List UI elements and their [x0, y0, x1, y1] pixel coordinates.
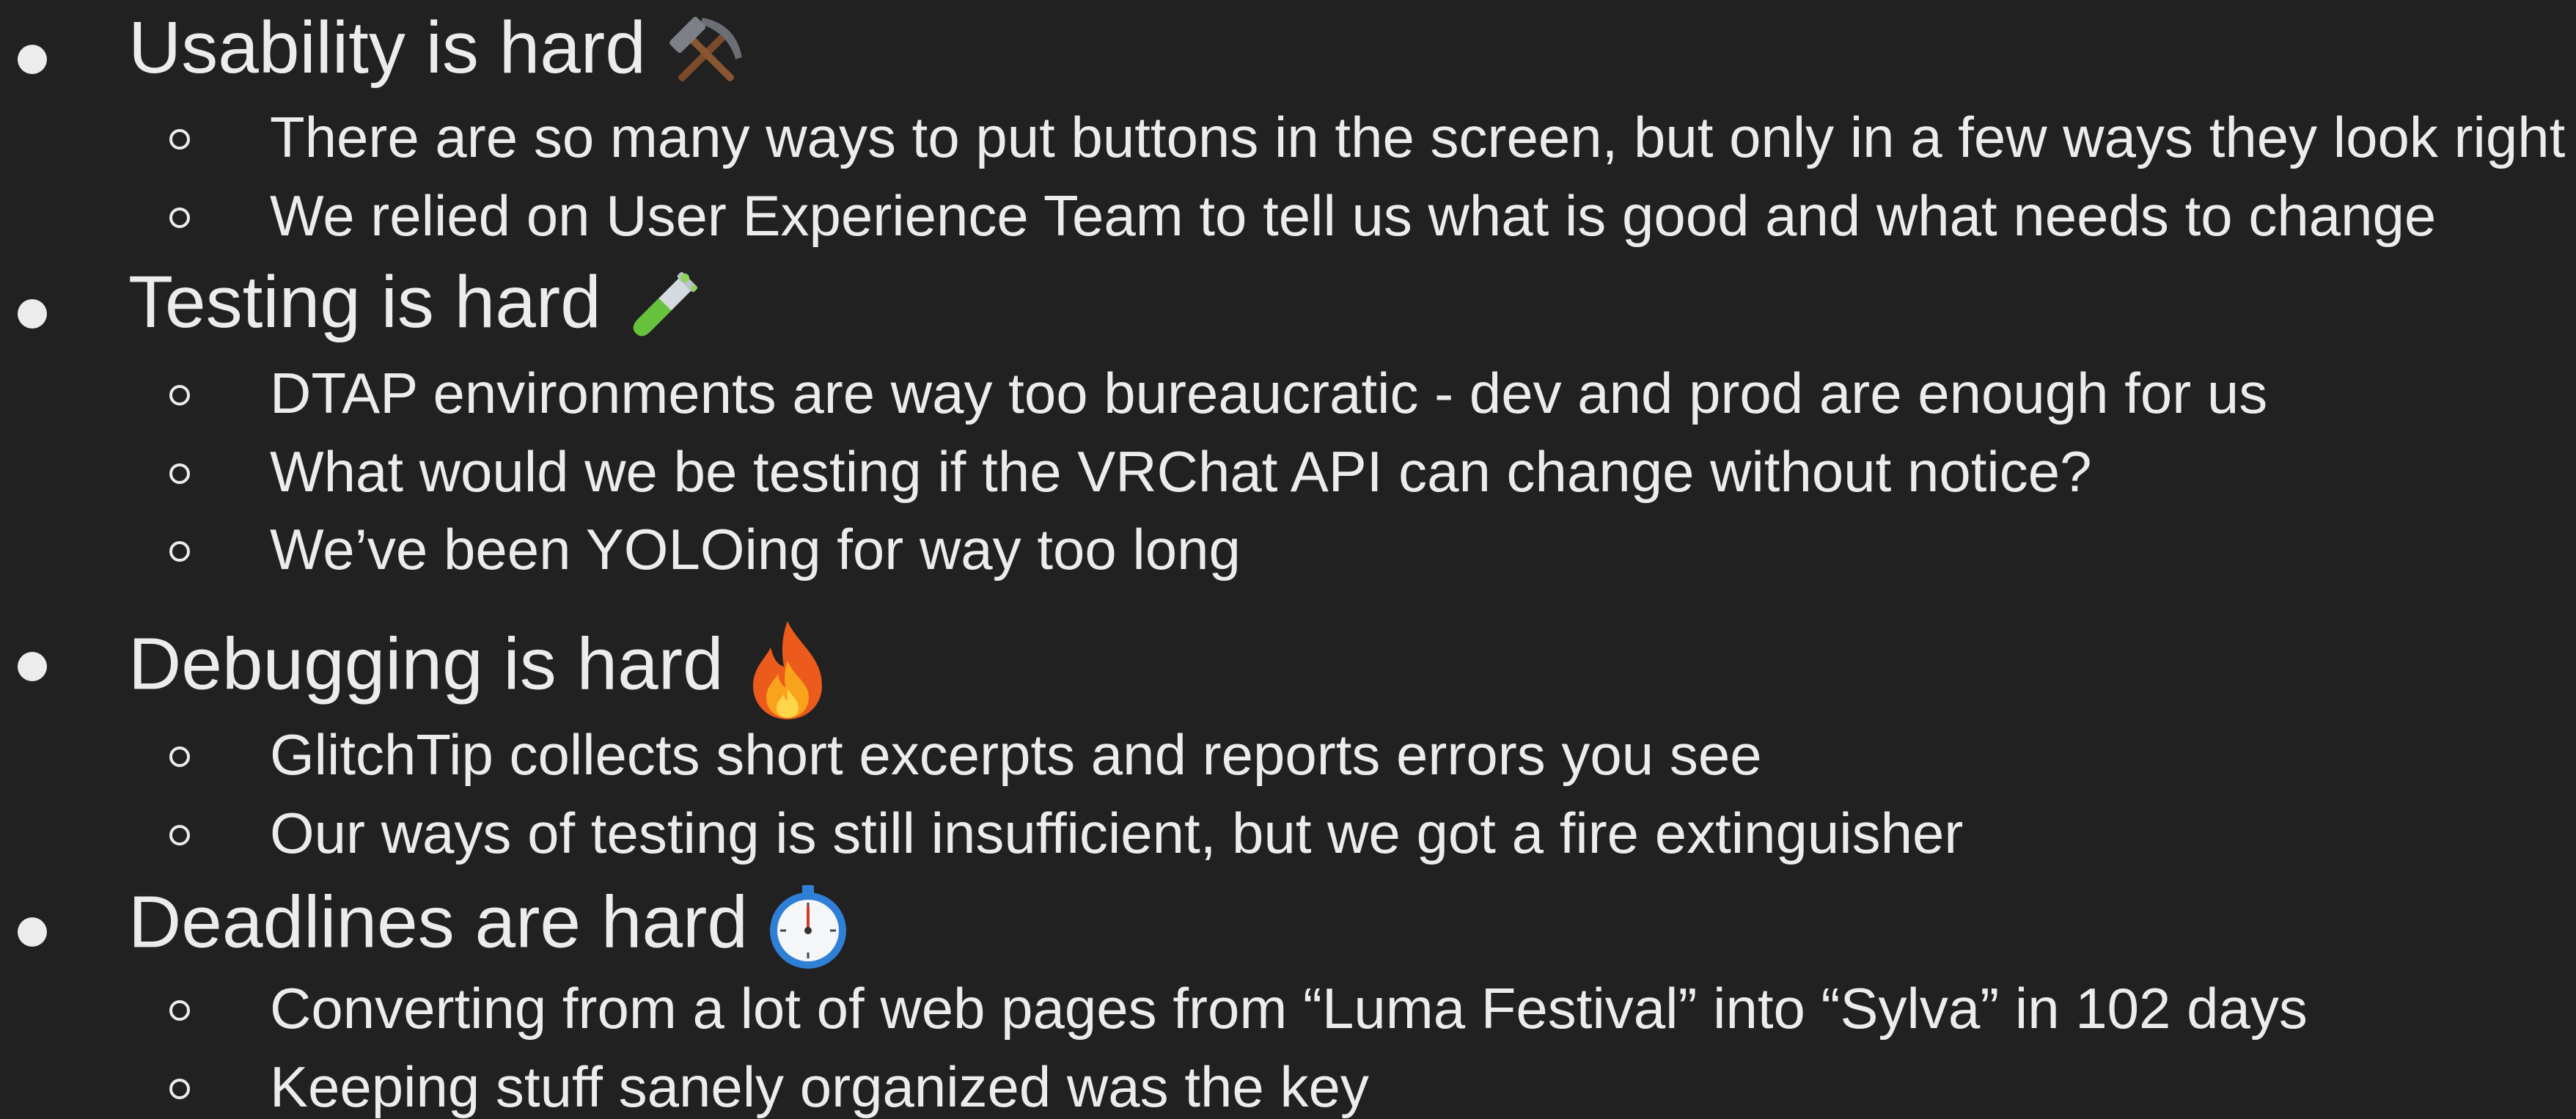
bullet [18, 652, 47, 681]
bullet [18, 299, 47, 329]
list-item: There are so many ways to put buttons in… [0, 109, 2576, 167]
sub-bullet [169, 208, 190, 228]
section-heading-debugging: Debugging is hard [0, 618, 2576, 719]
sub-bullet [169, 129, 190, 150]
heading-text: Testing is hard [128, 261, 601, 343]
section-heading-deadlines: Deadlines are hard [0, 884, 2576, 969]
bullet [18, 917, 47, 947]
sub-bullet [169, 385, 190, 406]
list-item-text: Converting from a lot of web pages from … [270, 976, 2308, 1041]
list-item: Keeping stuff sanely organized was the k… [0, 1058, 2576, 1115]
list-item-text: Keeping stuff sanely organized was the k… [270, 1054, 1369, 1119]
list-item-text: There are so many ways to put buttons in… [270, 105, 2566, 169]
list-item: GlitchTip collects short excerpts and re… [0, 726, 2576, 785]
heading-text: Usability is hard [128, 7, 646, 89]
list-item-text: What would we be testing if the VRChat A… [270, 439, 2092, 504]
list-item: We’ve been YOLOing for way too long [0, 521, 2576, 579]
sub-bullet [169, 1000, 190, 1021]
sub-bullet [169, 541, 190, 562]
bullet [18, 45, 47, 74]
list-item: What would we be testing if the VRChat A… [0, 443, 2576, 502]
list-item-text: We relied on User Experience Team to tel… [270, 183, 2437, 248]
sub-bullet [169, 746, 190, 767]
list-item: We relied on User Experience Team to tel… [0, 187, 2576, 246]
heading-text: Deadlines are hard [128, 881, 748, 964]
heading-text: Debugging is hard [128, 623, 724, 705]
sub-bullet [169, 463, 190, 484]
sub-bullet [169, 825, 190, 845]
sub-bullet [169, 1079, 190, 1099]
test-tube-icon [617, 268, 705, 348]
list-item: DTAP environments are way too bureaucrat… [0, 364, 2576, 423]
list-item-text: Our ways of testing is still insufficien… [270, 801, 1964, 865]
stopwatch-icon [764, 884, 852, 972]
list-item-text: GlitchTip collects short excerpts and re… [270, 722, 1762, 787]
list-item: Our ways of testing is still insufficien… [0, 804, 2576, 863]
hammer-and-pick-icon [662, 13, 750, 94]
list-item-text: We’ve been YOLOing for way too long [270, 517, 1241, 581]
list-item: Converting from a lot of web pages from … [0, 980, 2576, 1038]
section-heading-usability: Usability is hard [0, 11, 2576, 84]
section-heading-testing: Testing is hard [0, 265, 2576, 339]
list-item-text: DTAP environments are way too bureaucrat… [270, 361, 2268, 425]
fire-icon [740, 618, 835, 721]
